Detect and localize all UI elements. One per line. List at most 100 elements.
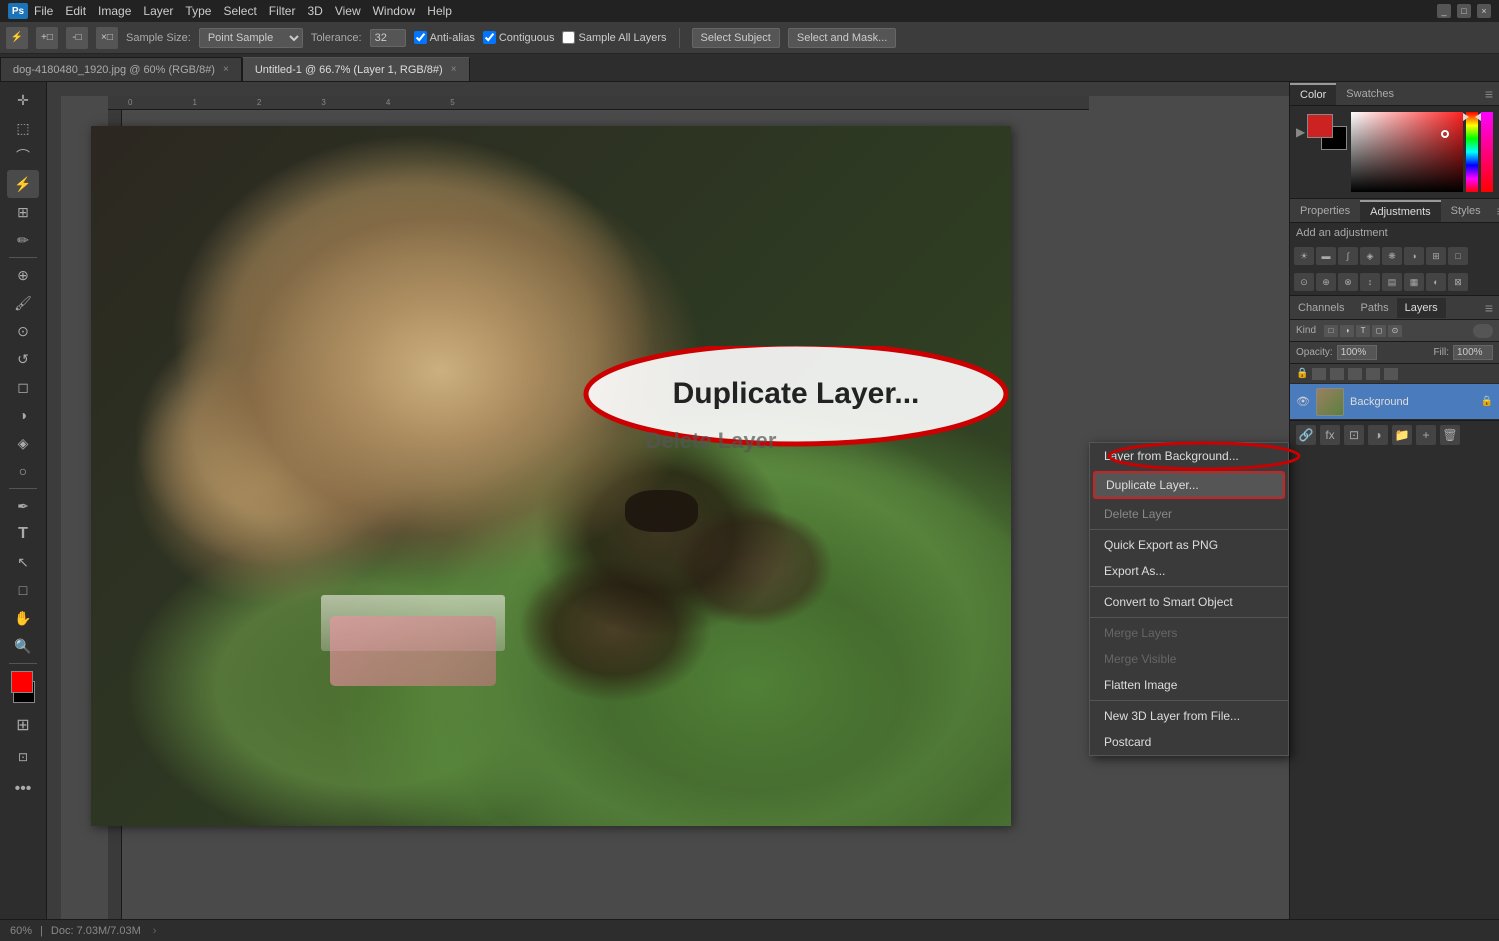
tab-dog-image[interactable]: dog-4180480_1920.jpg @ 60% (RGB/8#) × [0,57,242,81]
gradient-tool[interactable]: ◑ [7,401,39,429]
new-fill-button[interactable]: ◑ [1368,425,1388,445]
new-group-button[interactable]: 📁 [1392,425,1412,445]
channelmixer-adj-icon[interactable]: ⊕ [1316,273,1336,291]
select-mask-button[interactable]: Select and Mask... [788,28,897,48]
eyedropper-tool[interactable]: ✏ [7,226,39,254]
subtract-selection-icon[interactable]: -□ [66,27,88,49]
brush-tool[interactable]: 🖌 [7,289,39,317]
select-subject-button[interactable]: Select Subject [692,28,780,48]
menu-edit[interactable]: Edit [65,4,86,18]
menu-view[interactable]: View [335,4,361,18]
cm-postcard[interactable]: Postcard [1090,729,1288,755]
cm-delete-layer[interactable]: Delete Layer [1090,501,1288,527]
more-tools[interactable]: ••• [7,775,39,803]
colorbalance-adj-icon[interactable]: ⊞ [1426,247,1446,265]
eraser-tool[interactable]: ◻ [7,373,39,401]
cm-new-3d-layer[interactable]: New 3D Layer from File... [1090,703,1288,729]
selective-color-adj-icon[interactable]: ⊠ [1448,273,1468,291]
doc-info-arrow[interactable]: › [153,925,157,937]
photofilter-adj-icon[interactable]: ⊙ [1294,273,1314,291]
hand-tool[interactable]: ✋ [7,604,39,632]
new-layer-button[interactable]: + [1416,425,1436,445]
contiguous-checkbox[interactable] [483,31,496,44]
posterize-adj-icon[interactable]: ▤ [1382,273,1402,291]
sample-size-select[interactable]: Point Sample 3 by 3 Average 5 by 5 Avera… [199,28,303,48]
close-button[interactable]: × [1477,4,1491,18]
cm-layer-from-background[interactable]: Layer from Background... [1090,443,1288,469]
menu-type[interactable]: Type [185,4,211,18]
swatches-tab[interactable]: Swatches [1336,84,1404,104]
cm-quick-export[interactable]: Quick Export as PNG [1090,532,1288,558]
filter-type-icon[interactable]: T [1356,325,1370,337]
add-to-selection-icon[interactable]: +□ [36,27,58,49]
menu-image[interactable]: Image [98,4,131,18]
properties-tab[interactable]: Properties [1290,201,1360,221]
levels-adj-icon[interactable]: ▬ [1316,247,1336,265]
fill-input[interactable] [1453,345,1493,360]
filter-adj-icon[interactable]: ◑ [1340,325,1354,337]
layer-background[interactable]: 👁 Background 🔒 [1290,384,1499,420]
tab-dog-close[interactable]: × [223,64,229,75]
quick-mask-tool[interactable]: ⊡ [7,743,39,771]
clone-stamp-tool[interactable]: ⊙ [7,317,39,345]
saturation-spectrum[interactable] [1481,112,1493,192]
cm-duplicate-layer[interactable]: Duplicate Layer... [1093,471,1285,499]
menu-window[interactable]: Window [373,4,416,18]
dodge-tool[interactable]: ○ [7,457,39,485]
filter-shape-icon[interactable]: ◻ [1372,325,1386,337]
brightness-adj-icon[interactable]: ☀ [1294,247,1314,265]
lock-image-icon[interactable] [1330,368,1344,380]
threshold-adj-icon[interactable]: ▦ [1404,273,1424,291]
healing-brush-tool[interactable]: ⊕ [7,261,39,289]
lock-position-icon[interactable] [1348,368,1362,380]
menu-select[interactable]: Select [223,4,256,18]
blur-tool[interactable]: ◈ [7,429,39,457]
paths-tab[interactable]: Paths [1352,298,1396,318]
color-arrow[interactable]: ▶ [1296,125,1305,139]
sample-all-checkbox[interactable] [562,31,575,44]
zoom-tool[interactable]: 🔍 [7,632,39,660]
adjustments-tab[interactable]: Adjustments [1360,200,1441,222]
vibrance-adj-icon[interactable]: ❋ [1382,247,1402,265]
color-panel-menu[interactable]: ≡ [1479,86,1499,102]
cm-export-as[interactable]: Export As... [1090,558,1288,584]
hsl-adj-icon[interactable]: ◑ [1404,247,1424,265]
layer-eye-background[interactable]: 👁 [1296,395,1310,409]
gradient-map-adj-icon[interactable]: ◐ [1426,273,1446,291]
opacity-input[interactable] [1337,345,1377,360]
minimize-button[interactable]: _ [1437,4,1451,18]
crop-tool[interactable]: ⊞ [7,198,39,226]
filter-smart-icon[interactable]: ⊙ [1388,325,1402,337]
color-gradient[interactable] [1351,112,1463,192]
color-tab[interactable]: Color [1290,83,1336,105]
tolerance-input[interactable] [370,29,406,47]
magic-wand-tool[interactable]: ⚡ [7,170,39,198]
lock-transparent-icon[interactable] [1312,368,1326,380]
styles-tab[interactable]: Styles [1441,201,1491,221]
marquee-tool[interactable]: ⬚ [7,114,39,142]
move-tool[interactable]: ✛ [7,86,39,114]
menu-layer[interactable]: Layer [143,4,173,18]
link-layers-button[interactable]: 🔗 [1296,425,1316,445]
history-brush-tool[interactable]: ↺ [7,345,39,373]
add-mask-button[interactable]: ⊡ [1344,425,1364,445]
cm-flatten-image[interactable]: Flatten Image [1090,672,1288,698]
cm-convert-smart-object[interactable]: Convert to Smart Object [1090,589,1288,615]
shape-tool[interactable]: □ [7,576,39,604]
layer-filter-toggle[interactable] [1473,324,1493,338]
text-tool[interactable]: T [7,520,39,548]
layers-tab[interactable]: Layers [1397,298,1446,318]
screen-mode-tool[interactable]: ⊞ [7,711,39,739]
colorlookup-adj-icon[interactable]: ⊗ [1338,273,1358,291]
path-select-tool[interactable]: ↖ [7,548,39,576]
menu-help[interactable]: Help [427,4,452,18]
menu-3d[interactable]: 3D [307,4,322,18]
layers-menu[interactable]: ≡ [1479,300,1499,316]
tab-untitled-close[interactable]: × [451,64,457,75]
exposure-adj-icon[interactable]: ◈ [1360,247,1380,265]
invert-adj-icon[interactable]: ↕ [1360,273,1380,291]
bw-adj-icon[interactable]: □ [1448,247,1468,265]
color-swatch[interactable] [7,671,39,703]
lock-all-icon[interactable] [1384,368,1398,380]
hue-spectrum[interactable] [1466,112,1478,192]
